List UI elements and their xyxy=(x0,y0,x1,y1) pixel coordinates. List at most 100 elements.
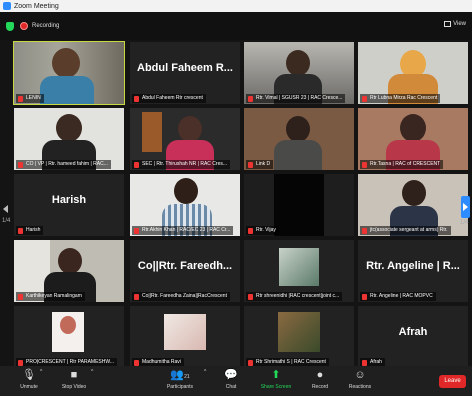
participant-video xyxy=(274,174,324,236)
participant-tile[interactable]: Link D xyxy=(244,108,354,170)
participant-tile[interactable]: Afrah Afrah xyxy=(358,306,468,368)
window-title: Zoom Meeting xyxy=(14,2,59,10)
profile-picture xyxy=(279,248,319,286)
audio-options-chevron-icon[interactable]: ^ xyxy=(40,369,42,375)
participant-tile[interactable]: Co||Rtr. Fareedh... Co||Rtr. Fareedha Za… xyxy=(130,240,240,302)
participant-display-name: Co||Rtr. Fareedh... xyxy=(137,260,233,272)
mic-muted-icon xyxy=(362,96,367,102)
participant-tile[interactable]: LENIN xyxy=(13,41,125,105)
participant-name: SEC | Rtr. Thirushah NR | RAC Cres... xyxy=(132,160,231,169)
video-options-chevron-icon[interactable]: ^ xyxy=(91,369,93,375)
person-head xyxy=(400,114,426,142)
person-head xyxy=(52,48,80,78)
participant-name: Rtr.Akhin Khan | RAC/EC 23 | RAC Cr... xyxy=(132,226,234,235)
person-head xyxy=(174,178,198,204)
record-button[interactable]: ● Record xyxy=(308,369,332,390)
participant-tile[interactable]: SEC | Rtr. Thirushah NR | RAC Cres... xyxy=(130,108,240,170)
chat-button[interactable]: 💬 Chat xyxy=(220,369,242,390)
mic-muted-icon xyxy=(134,96,139,102)
page-indicator-right: 1/4 xyxy=(460,220,469,226)
mic-muted-icon xyxy=(248,294,253,300)
person-head xyxy=(60,316,76,334)
participants-icon: 👥21 xyxy=(170,369,190,381)
video-camera-icon: ■ xyxy=(70,369,78,381)
person-head xyxy=(286,50,310,76)
view-button[interactable]: View xyxy=(444,21,466,27)
participant-tile[interactable]: Harish Harish xyxy=(14,174,124,236)
share-screen-button[interactable]: ⬆ Share Screen xyxy=(258,369,294,390)
participant-tile[interactable]: jtc(associate sergeant at arms) Rtr. xyxy=(358,174,468,236)
window-titlebar: Zoom Meeting xyxy=(0,0,472,12)
meeting-controls-toolbar: 🎙 Unmute ^ ■ Stop Video ^ 👥21 Participan… xyxy=(0,366,472,396)
gallery-view-icon xyxy=(444,21,452,27)
participants-options-chevron-icon[interactable]: ^ xyxy=(204,369,206,375)
next-page-arrow-icon[interactable] xyxy=(461,196,470,218)
view-label: View xyxy=(453,21,466,27)
participant-tile[interactable]: Rtr shreenidhi |RAC crescent|joint c... xyxy=(244,240,354,302)
mic-muted-icon xyxy=(18,162,23,168)
mic-muted-icon xyxy=(362,162,367,168)
participant-name: Co||Rtr. Fareedha Zaina||RacCrescent xyxy=(132,292,230,301)
participant-tile[interactable]: Abdul Faheem R... Abdul Faheem Rtr cresc… xyxy=(130,42,240,104)
page-indicator-left: 1/4 xyxy=(2,218,11,224)
participant-name: Rtr. Vimal | SGUSR 23 | RAC Cresce... xyxy=(246,94,346,103)
person-head xyxy=(178,116,202,142)
mic-muted-icon xyxy=(134,162,139,168)
participant-display-name: Rtr. Angeline | R... xyxy=(366,260,460,272)
participant-tile[interactable]: Rtr. Vijay xyxy=(244,174,354,236)
participant-display-name: Abdul Faheem R... xyxy=(137,62,233,74)
participant-tile[interactable]: CO | VP | Rtr. hameed fahim | RAC... xyxy=(14,108,124,170)
participant-tile[interactable]: Rtr.Tasna | RAC of CRESCENT xyxy=(358,108,468,170)
participant-tile[interactable]: Karthikeyan Ramalingam xyxy=(14,240,124,302)
person-head xyxy=(56,114,82,142)
mic-muted-icon xyxy=(134,294,139,300)
participant-name: Rtr. Angeline | RAC MOPVC xyxy=(360,292,436,301)
security-shield-icon[interactable] xyxy=(6,21,14,31)
record-icon: ● xyxy=(316,369,324,381)
leave-button[interactable]: Leave xyxy=(439,375,466,388)
participant-tile[interactable]: Rtr. Vimal | SGUSR 23 | RAC Cresce... xyxy=(244,42,354,104)
background-object xyxy=(142,112,162,152)
person-head xyxy=(58,248,82,274)
reactions-button[interactable]: ☺ Reactions xyxy=(344,369,376,390)
participant-name: Rtr.Tasna | RAC of CRESCENT xyxy=(360,160,444,169)
participant-name: Link D xyxy=(246,160,274,169)
mic-muted-icon xyxy=(248,228,253,234)
participant-tile[interactable]: PRO|CRESCENT | Rtr PARAMESHW... xyxy=(14,306,124,368)
person-head xyxy=(402,180,426,206)
mic-muted-icon xyxy=(18,294,23,300)
participant-name: LENIN xyxy=(16,94,44,103)
person-body xyxy=(40,76,94,104)
participants-count: 21 xyxy=(184,374,190,380)
person-head xyxy=(286,116,310,142)
participant-name: CO | VP | Rtr. hameed fahim | RAC... xyxy=(16,160,111,169)
profile-picture xyxy=(164,314,206,350)
video-gallery: LENIN Abdul Faheem R... Abdul Faheem Rtr… xyxy=(0,40,472,368)
participant-tile[interactable]: Rtr.Akhin Khan | RAC/EC 23 | RAC Cr... xyxy=(130,174,240,236)
recording-icon xyxy=(20,22,28,30)
participant-display-name: Afrah xyxy=(398,326,428,338)
participant-tile[interactable]: Rtr. Angeline | R... Rtr. Angeline | RAC… xyxy=(358,240,468,302)
participant-tile[interactable]: Rtr Shrimathi S | RAC Crescent xyxy=(244,306,354,368)
mic-muted-icon xyxy=(362,228,367,234)
participant-display-name: Harish xyxy=(51,194,87,206)
participant-name: Karthikeyan Ramalingam xyxy=(16,292,85,301)
participant-name: Rtr Lubna Mirza Rac Crescent xyxy=(360,94,441,103)
meeting-topbar: Recording View xyxy=(0,12,472,40)
previous-page-arrow-icon[interactable] xyxy=(3,200,9,218)
mic-muted-icon xyxy=(362,294,367,300)
participants-button[interactable]: 👥21 Participants xyxy=(162,369,198,390)
participant-tile[interactable]: Rtr Lubna Mirza Rac Crescent xyxy=(358,42,468,104)
smiley-reaction-icon: ☺ xyxy=(354,369,366,381)
profile-picture xyxy=(278,312,320,352)
participant-name: Harish xyxy=(16,226,44,235)
participant-name: Rtr. Vijay xyxy=(246,226,279,235)
participant-tile[interactable]: Madhumitha Ravi xyxy=(130,306,240,368)
share-screen-icon: ⬆ xyxy=(271,369,281,381)
participant-name: Rtr shreenidhi |RAC crescent|joint c... xyxy=(246,292,343,301)
chat-bubble-icon: 💬 xyxy=(224,369,238,381)
zoom-logo-icon xyxy=(3,2,11,10)
stop-video-button[interactable]: ■ Stop Video xyxy=(56,369,92,390)
mic-muted-icon xyxy=(134,228,139,234)
mic-muted-icon xyxy=(248,96,253,102)
